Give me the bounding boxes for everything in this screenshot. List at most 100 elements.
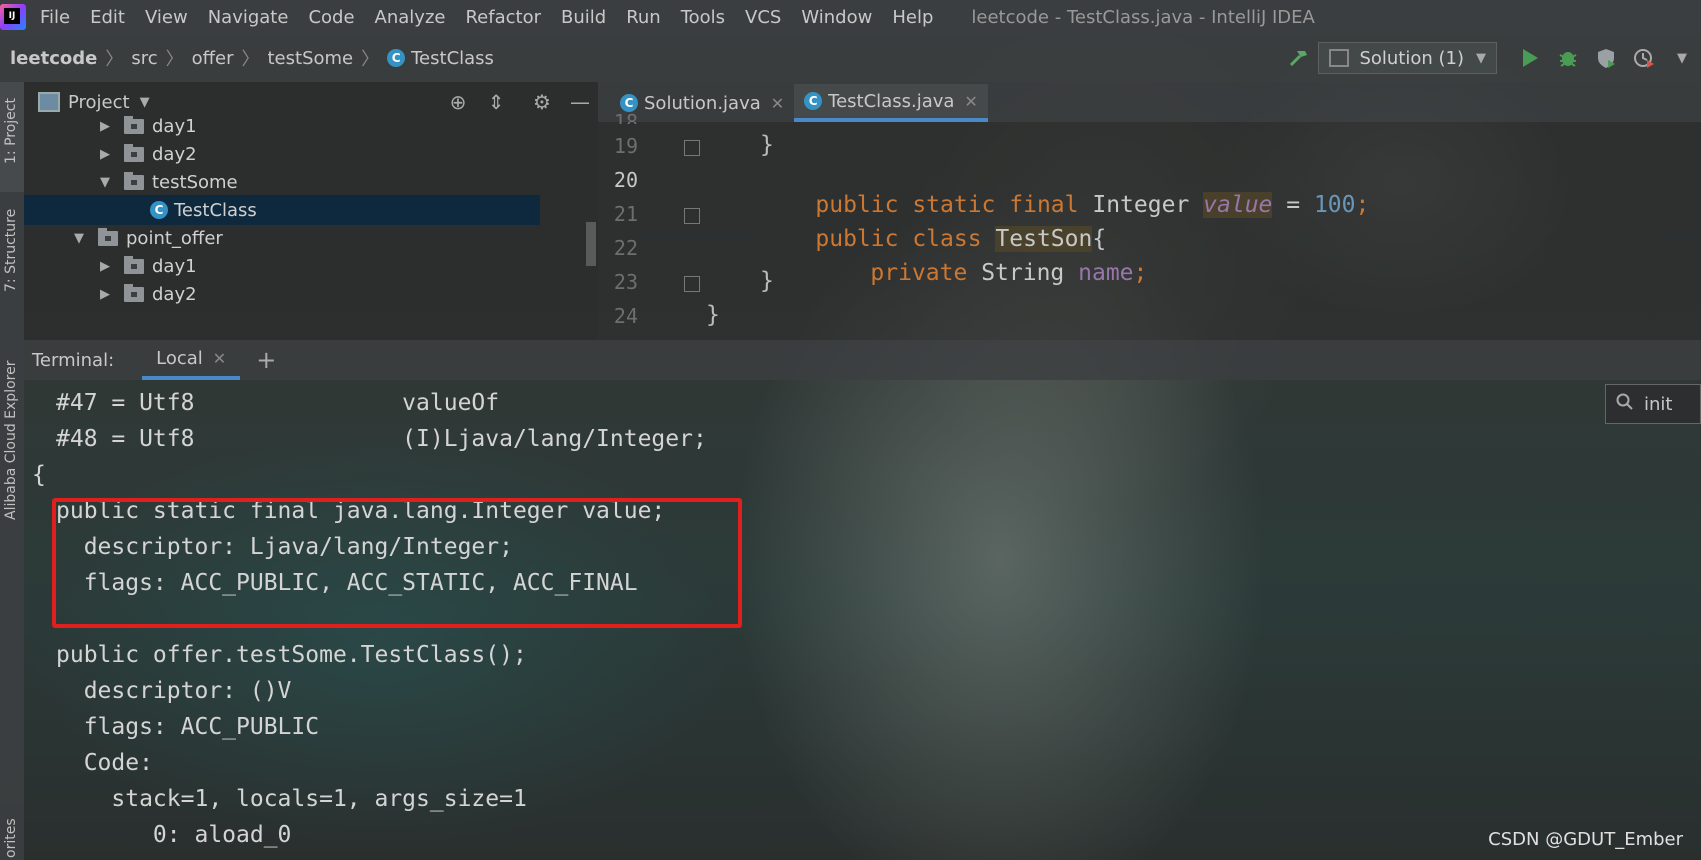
close-icon[interactable]: ✕ (771, 94, 784, 113)
fold-marker-icon[interactable] (684, 208, 700, 224)
minimize-icon[interactable]: — (568, 90, 592, 114)
line-number: 18 (613, 110, 638, 124)
tree-item-point-offer[interactable]: ▼ point_offer (74, 223, 223, 253)
tab-label: TestClass.java (828, 90, 955, 112)
run-icon[interactable] (1519, 47, 1541, 69)
expand-arrow-icon[interactable]: ▶ (100, 259, 114, 274)
terminal-search-input[interactable]: init (1605, 384, 1701, 424)
tree-item-testclass[interactable]: C TestClass (24, 195, 540, 225)
expand-arrow-icon[interactable]: ▶ (100, 287, 114, 302)
code-type: Integer (1092, 192, 1190, 218)
expand-arrow-icon[interactable]: ▶ (100, 147, 114, 162)
tool-tab-alibaba-cloud[interactable]: Alibaba Cloud Explorer (0, 342, 24, 542)
tree-item-day2[interactable]: ▶ day2 (100, 139, 197, 169)
tree-item-label: day2 (152, 143, 197, 165)
terminal-line: flags: ACC_PUBLIC (56, 714, 320, 740)
breadcrumb-root[interactable]: leetcode (10, 48, 97, 69)
add-terminal-button[interactable]: + (256, 346, 276, 374)
intellij-logo-icon (0, 4, 26, 30)
code-editor[interactable]: 18 19 20 21 22 23 24 } public static fin… (598, 110, 1701, 340)
chevron-down-icon: ▼ (1476, 50, 1486, 66)
breadcrumb-testclass[interactable]: C TestClass (387, 48, 494, 69)
run-config-icon (1329, 49, 1350, 67)
menu-view[interactable]: View (145, 7, 188, 28)
menu-bar: File Edit View Navigate Code Analyze Ref… (0, 0, 1701, 34)
fold-marker-icon[interactable] (684, 140, 700, 156)
class-icon: C (150, 201, 168, 219)
menu-help[interactable]: Help (892, 7, 933, 28)
collapse-arrow-icon[interactable]: ▼ (100, 175, 114, 190)
coverage-shield-icon[interactable] (1595, 47, 1617, 69)
line-number: 19 (613, 134, 638, 158)
menu-edit[interactable]: Edit (90, 7, 125, 28)
menu-file[interactable]: File (40, 7, 70, 28)
chevron-down-icon[interactable]: ▼ (1671, 47, 1693, 69)
profiler-icon[interactable] (1633, 47, 1655, 69)
menu-refactor[interactable]: Refactor (465, 7, 541, 28)
navigation-bar: leetcode 〉 src 〉 offer 〉 testSome 〉 C Te… (0, 34, 1701, 82)
tree-item-day1[interactable]: ▶ day1 (100, 251, 197, 281)
debug-bug-icon[interactable] (1557, 47, 1579, 69)
tool-tab-favorites[interactable]: orites (0, 802, 24, 860)
terminal-line: #47 = Utf8 valueOf (56, 390, 500, 416)
gear-icon[interactable]: ⚙ (530, 90, 554, 114)
menu-run[interactable]: Run (626, 7, 661, 28)
terminal-header: Terminal: Local ✕ + (24, 340, 1701, 380)
highlight-annotation-box (52, 498, 742, 628)
fold-marker-icon[interactable] (684, 276, 700, 292)
menu-vcs[interactable]: VCS (745, 7, 781, 28)
line-number: 22 (613, 236, 638, 260)
breadcrumb-testsome[interactable]: testSome (268, 48, 354, 69)
menu-tools[interactable]: Tools (681, 7, 725, 28)
tree-item-label: testSome (152, 171, 238, 193)
expand-arrow-icon[interactable]: ▶ (100, 119, 114, 134)
breadcrumb-separator-icon: 〉 (165, 49, 184, 70)
close-icon[interactable]: ✕ (213, 349, 226, 368)
locate-crosshair-icon[interactable]: ⊕ (446, 90, 470, 114)
tool-tab-structure[interactable]: 7: Structure (0, 200, 24, 320)
tool-tab-project[interactable]: 1: Project (0, 82, 24, 192)
run-config-label: Solution (1) (1359, 47, 1464, 69)
line-number-current: 20 (613, 168, 638, 192)
collapse-all-icon[interactable]: ⇕ (484, 90, 508, 114)
terminal-line: { (32, 462, 46, 488)
tree-item-label: TestClass (174, 199, 257, 221)
build-hammer-icon[interactable] (1288, 47, 1310, 69)
tree-item-label: day2 (152, 283, 197, 305)
project-view-selector[interactable]: Project (68, 92, 130, 113)
folder-icon (124, 115, 144, 134)
tree-item-testsome[interactable]: ▼ testSome (100, 167, 238, 197)
tree-item-day2[interactable]: ▶ day2 (100, 279, 197, 309)
close-icon[interactable]: ✕ (964, 92, 977, 111)
menu-navigate[interactable]: Navigate (208, 7, 289, 28)
tree-item-label: day1 (152, 115, 197, 137)
menu-build[interactable]: Build (561, 7, 606, 28)
breadcrumb-src[interactable]: src (131, 48, 157, 69)
breadcrumb-current-label: TestClass (411, 47, 494, 69)
line-number: 21 (613, 202, 638, 226)
code-type: String (981, 260, 1065, 286)
tab-testclass-java[interactable]: C TestClass.java ✕ (794, 84, 988, 122)
code-field: name (1078, 260, 1134, 286)
run-configuration-select[interactable]: Solution (1) ▼ (1318, 42, 1497, 74)
watermark-text: CSDN @GDUT_Ember (1488, 829, 1683, 850)
breadcrumb-separator-icon: 〉 (361, 49, 380, 70)
collapse-arrow-icon[interactable]: ▼ (74, 231, 88, 246)
tree-item-label: day1 (152, 255, 197, 277)
menu-analyze[interactable]: Analyze (375, 7, 446, 28)
terminal-title: Terminal: (32, 349, 115, 371)
class-icon: C (804, 92, 823, 110)
menu-code[interactable]: Code (308, 7, 354, 28)
class-icon: C (387, 49, 406, 67)
window-title: leetcode - TestClass.java - IntelliJ IDE… (971, 6, 1315, 28)
breadcrumb-offer[interactable]: offer (192, 48, 234, 69)
tree-item-day1[interactable]: ▶ day1 (100, 111, 197, 141)
code-field: value (1203, 192, 1273, 218)
code-operator: = (1272, 192, 1314, 218)
project-scrollbar[interactable] (586, 222, 596, 266)
tab-label: Solution.java (644, 92, 761, 114)
code-line-22: private String name; (815, 234, 1147, 312)
terminal-tab-local[interactable]: Local ✕ (142, 340, 241, 380)
chevron-down-icon[interactable]: ▼ (140, 95, 150, 110)
menu-window[interactable]: Window (801, 7, 872, 28)
